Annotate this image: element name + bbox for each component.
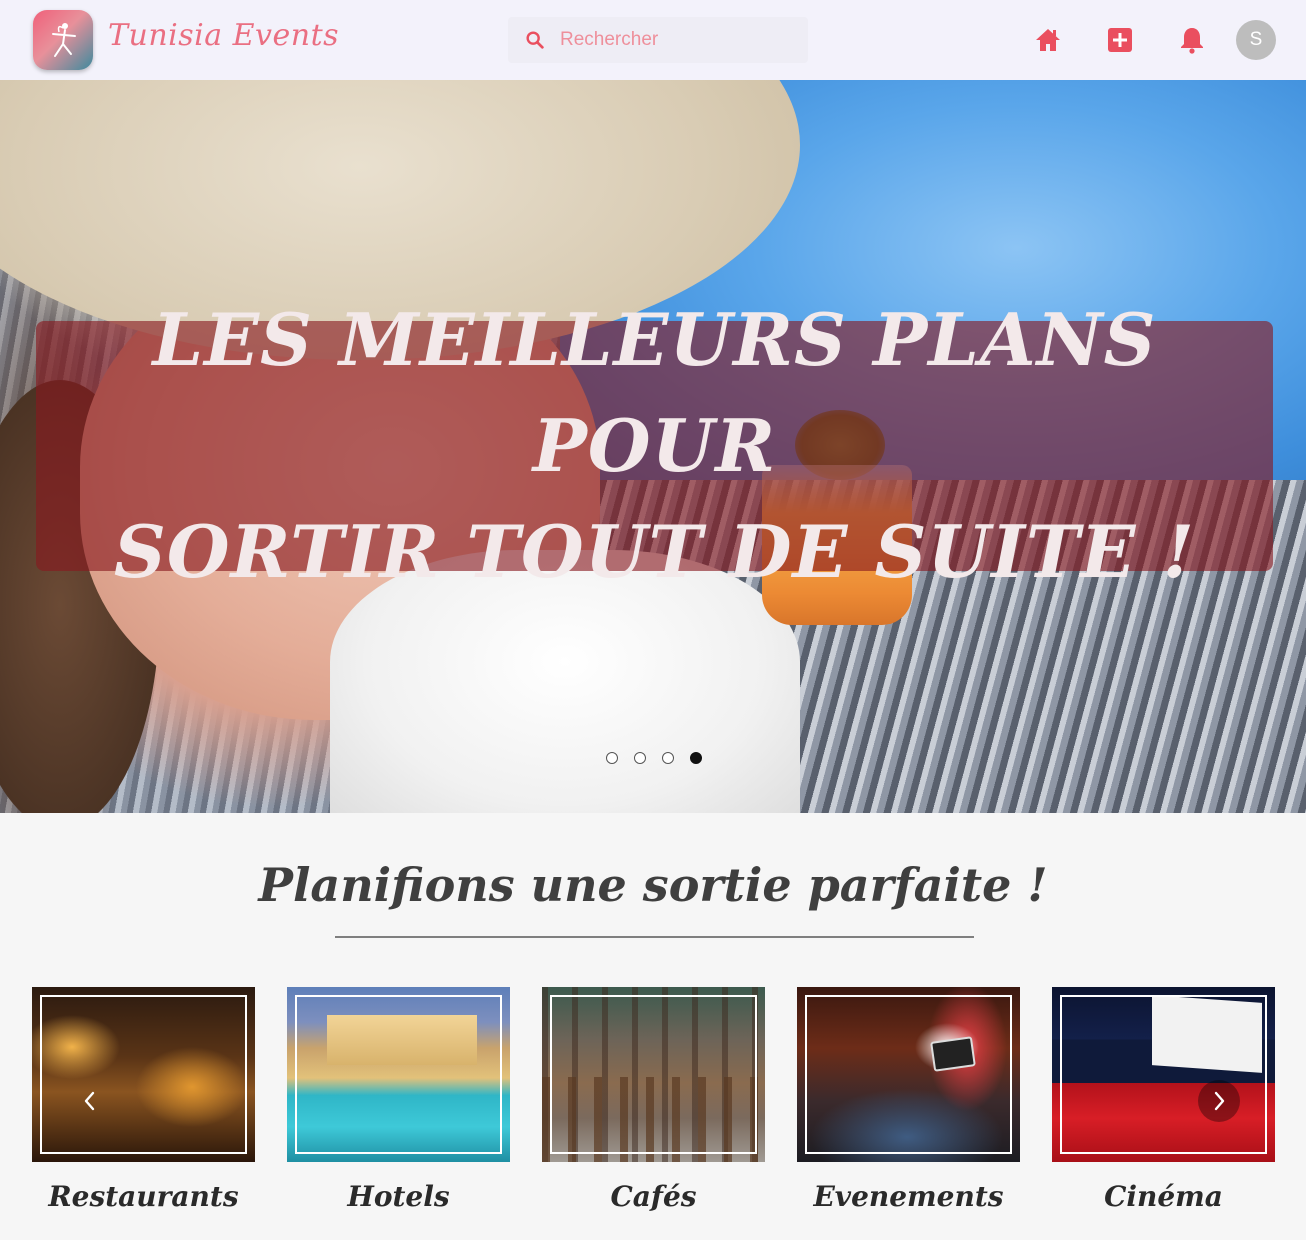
card-frame (805, 995, 1012, 1154)
hero-carousel[interactable]: LES MEILLEURS PLANS POUR SORTIR TOUT DE … (0, 80, 1306, 813)
add-event-button[interactable] (1105, 25, 1135, 55)
bell-icon (1181, 28, 1203, 54)
home-icon (1036, 29, 1060, 51)
hero-headline-line-1: LES MEILLEURS PLANS POUR (152, 297, 1157, 488)
carousel-next-button[interactable] (1198, 1080, 1240, 1122)
card-frame (40, 995, 247, 1154)
chevron-right-icon (1214, 1091, 1225, 1111)
carousel-dot-2[interactable] (634, 752, 646, 764)
card-frame (550, 995, 757, 1154)
dancer-logo-icon (52, 23, 76, 57)
app-logo[interactable] (33, 10, 93, 70)
search-input[interactable] (560, 29, 780, 51)
category-label-cafes[interactable]: Cafés (542, 1180, 765, 1213)
notifications-button[interactable] (1177, 25, 1207, 55)
chevron-left-icon (84, 1091, 95, 1111)
section-divider (335, 936, 974, 938)
brand-name[interactable]: Tunisia Events (108, 18, 339, 53)
add-box-icon (1108, 28, 1132, 52)
carousel-dot-3[interactable] (662, 752, 674, 764)
search-icon (526, 31, 544, 49)
category-card-evenements[interactable] (797, 987, 1020, 1162)
carousel-dot-1[interactable] (606, 752, 618, 764)
carousel-indicators (606, 752, 702, 764)
category-label-hotels[interactable]: Hotels (287, 1180, 510, 1213)
card-frame (295, 995, 502, 1154)
category-card-cafes[interactable] (542, 987, 765, 1162)
hero-headline-line-2: SORTIR TOUT DE SUITE ! (113, 509, 1196, 594)
carousel-dot-4[interactable] (690, 752, 702, 764)
category-label-evenements[interactable]: Evenements (797, 1180, 1020, 1213)
category-card-cinema[interactable] (1052, 987, 1275, 1162)
home-button[interactable] (1033, 25, 1063, 55)
category-card-hotels[interactable] (287, 987, 510, 1162)
carousel-prev-button[interactable] (69, 1080, 111, 1122)
card-frame (1060, 995, 1267, 1154)
search-bar[interactable] (508, 17, 808, 63)
category-card-restaurants[interactable] (32, 987, 255, 1162)
hero-banner: LES MEILLEURS PLANS POUR SORTIR TOUT DE … (36, 297, 1273, 594)
top-navbar: Tunisia Events S (0, 0, 1306, 80)
category-label-cinema[interactable]: Cinéma (1052, 1180, 1275, 1213)
user-avatar[interactable]: S (1236, 20, 1276, 60)
section-title: Planifions une sortie parfaite ! (258, 858, 1048, 912)
category-label-restaurants[interactable]: Restaurants (32, 1180, 255, 1213)
